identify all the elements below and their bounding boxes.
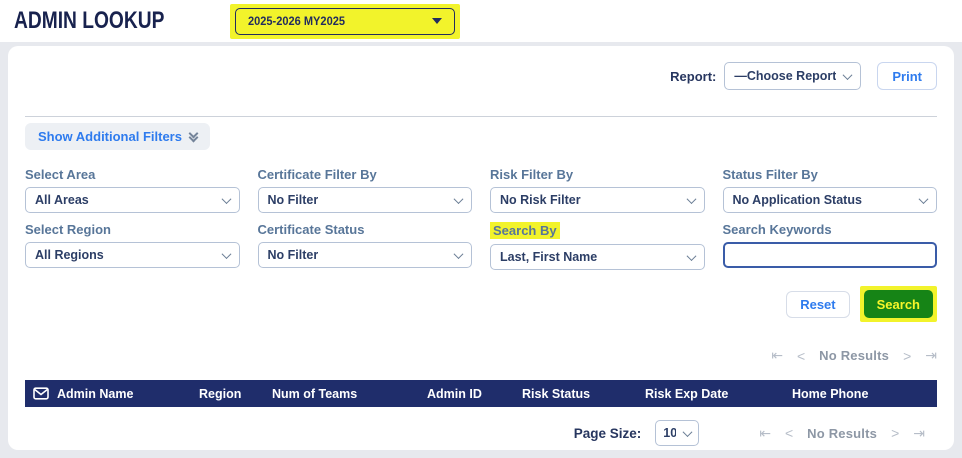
search-button[interactable]: Search [864,290,933,318]
select-area-label: Select Area [25,167,95,182]
email-column-header[interactable] [25,387,57,400]
column-risk-status[interactable]: Risk Status [522,387,645,401]
first-page-icon[interactable]: ⇤ [759,425,771,442]
report-select-value: —Choose Report— [734,69,836,83]
prev-page-icon[interactable]: < [797,348,805,364]
actions-row: Reset Search [25,286,937,322]
main-card: Report: —Choose Report— Print Show Addit… [8,46,954,450]
page-size-value: 100 [663,426,676,440]
last-page-icon[interactable]: ⇥ [913,425,925,442]
select-region-label: Select Region [25,222,111,237]
chevron-down-icon [919,194,929,204]
status-filter-by-dropdown[interactable]: No Application Status [723,187,938,213]
select-area-value: All Areas [35,193,89,207]
prev-page-icon[interactable]: < [785,425,793,441]
pagination: ⇤ < No Results > ⇥ [759,425,925,442]
page-title: ADMIN LOOKUP [14,7,164,35]
page-size-select[interactable]: 100 [655,420,699,446]
chevron-down-icon [454,249,464,259]
select-region-dropdown[interactable]: All Regions [25,242,240,268]
select-region-value: All Regions [35,248,104,262]
dropdown-triangle-icon [432,18,442,24]
risk-filter-by-value: No Risk Filter [500,193,581,207]
search-keywords-input[interactable] [723,242,938,268]
page-size-label: Page Size: [574,426,642,441]
report-row: Report: —Choose Report— Print [25,62,937,90]
field-select-area: Select Area All Areas [25,167,240,213]
field-risk-filter-by: Risk Filter By No Risk Filter [490,167,705,213]
field-status-filter-by: Status Filter By No Application Status [723,167,938,213]
chevron-down-icon [221,194,231,204]
column-num-of-teams[interactable]: Num of Teams [272,387,427,401]
certificate-filter-by-value: No Filter [268,193,319,207]
footer-row: Page Size: 100 ⇤ < No Results > ⇥ [25,420,937,446]
envelope-icon [33,387,49,400]
column-risk-exp-date[interactable]: Risk Exp Date [645,387,792,401]
first-page-icon[interactable]: ⇤ [771,347,783,364]
divider [25,116,937,117]
print-button[interactable]: Print [877,62,937,90]
show-additional-filters-label: Show Additional Filters [38,129,182,144]
status-filter-by-value: No Application Status [733,193,862,207]
search-by-label: Search By [490,222,560,239]
search-button-highlight: Search [860,286,937,322]
certificate-status-label: Certificate Status [258,222,365,237]
field-search-by: Search By Last, First Name [490,222,705,270]
field-certificate-status: Certificate Status No Filter [258,222,473,270]
certificate-filter-by-label: Certificate Filter By [258,167,377,182]
top-pagination-row: ⇤ < No Results > ⇥ [25,347,937,364]
reset-button[interactable]: Reset [786,291,849,318]
search-by-dropdown[interactable]: Last, First Name [490,244,705,270]
risk-filter-by-label: Risk Filter By [490,167,573,182]
chevron-down-icon [686,251,696,261]
field-certificate-filter-by: Certificate Filter By No Filter [258,167,473,213]
field-select-region: Select Region All Regions [25,222,240,270]
column-region[interactable]: Region [199,387,272,401]
column-admin-name[interactable]: Admin Name [57,387,199,401]
pagination-status: No Results [807,426,877,441]
last-page-icon[interactable]: ⇥ [925,347,937,364]
double-chevron-down-icon [190,130,197,141]
filters-grid: Select Area All Areas Certificate Filter… [25,167,937,270]
certificate-status-value: No Filter [268,248,319,262]
chevron-down-icon [683,427,693,437]
certificate-status-dropdown[interactable]: No Filter [258,242,473,268]
show-additional-filters-button[interactable]: Show Additional Filters [25,123,210,150]
risk-filter-by-dropdown[interactable]: No Risk Filter [490,187,705,213]
column-admin-id[interactable]: Admin ID [427,387,522,401]
season-select[interactable]: 2025-2026 MY2025 [235,8,455,35]
chevron-down-icon [221,249,231,259]
chevron-down-icon [843,70,853,80]
pagination: ⇤ < No Results > ⇥ [771,347,937,364]
chevron-down-icon [454,194,464,204]
top-bar: ADMIN LOOKUP 2025-2026 MY2025 [0,0,962,42]
chevron-down-icon [686,194,696,204]
certificate-filter-by-dropdown[interactable]: No Filter [258,187,473,213]
report-label: Report: [670,69,716,84]
pagination-status: No Results [819,348,889,363]
column-home-phone[interactable]: Home Phone [792,387,937,401]
status-filter-by-label: Status Filter By [723,167,818,182]
next-page-icon[interactable]: > [891,425,899,441]
next-page-icon[interactable]: > [903,348,911,364]
season-select-value: 2025-2026 MY2025 [248,14,345,28]
report-select[interactable]: —Choose Report— [724,62,861,90]
search-keywords-label: Search Keywords [723,222,832,237]
select-area-dropdown[interactable]: All Areas [25,187,240,213]
season-select-highlight: 2025-2026 MY2025 [230,4,460,39]
results-table-header: Admin Name Region Num of Teams Admin ID … [25,380,937,407]
search-by-value: Last, First Name [500,250,597,264]
field-search-keywords: Search Keywords [723,222,938,270]
